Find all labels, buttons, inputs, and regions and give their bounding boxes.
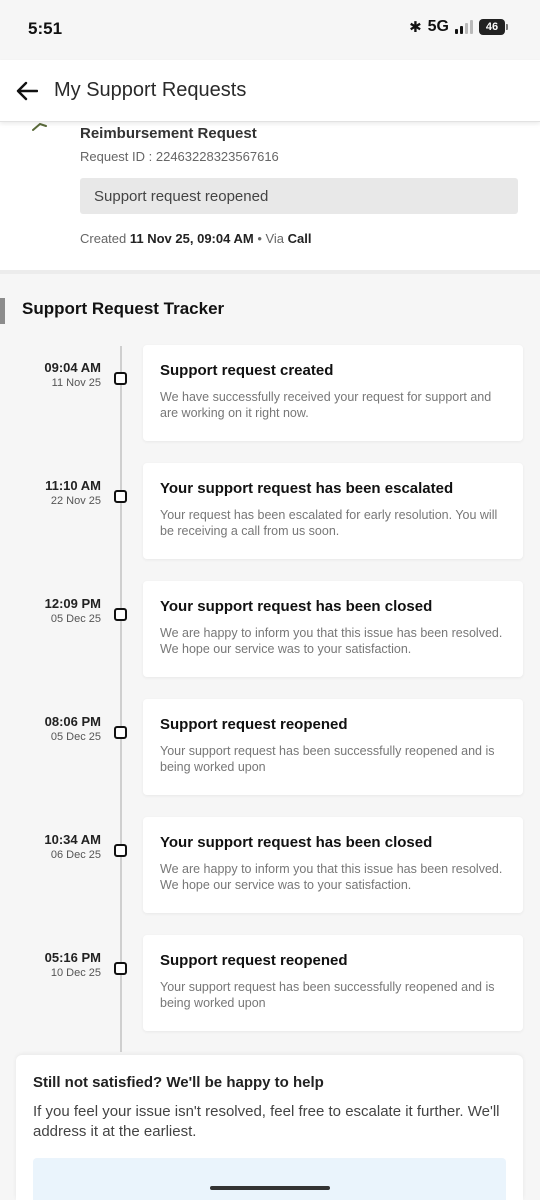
- battery-icon: 46: [479, 19, 508, 35]
- event-description: Your request has been escalated for earl…: [160, 508, 498, 538]
- event-card: Support request reopened Your support re…: [143, 699, 523, 795]
- event-date: 22 Nov 25: [50, 495, 101, 507]
- event-description: We are happy to inform you that this iss…: [160, 626, 503, 656]
- event-timestamp: 09:04 AM 11 Nov 25: [44, 360, 101, 389]
- timeline-node-icon: [114, 372, 127, 385]
- timeline-event: 10:34 AM 06 Dec 25 Your support request …: [0, 817, 540, 913]
- timeline-event: 05:16 PM 10 Dec 25 Support request reope…: [0, 935, 540, 1031]
- event-title: Your support request has been closed: [160, 598, 433, 615]
- event-card: Your support request has been closed We …: [143, 817, 523, 913]
- event-date: 06 Dec 25: [50, 849, 101, 861]
- event-date: 05 Dec 25: [50, 731, 101, 743]
- event-date: 10 Dec 25: [50, 967, 101, 979]
- timeline-node-icon: [114, 608, 127, 621]
- battery-level: 46: [479, 19, 505, 35]
- event-timestamp: 08:06 PM 05 Dec 25: [45, 714, 101, 743]
- escalate-button[interactable]: [33, 1158, 506, 1200]
- event-date: 11 Nov 25: [51, 377, 101, 389]
- timeline-event: 08:06 PM 05 Dec 25 Support request reope…: [0, 699, 540, 795]
- status-time: 5:51: [28, 19, 63, 38]
- event-card: Support request reopened Your support re…: [143, 935, 523, 1031]
- app-header: My Support Requests: [0, 60, 540, 122]
- status-badge: Support request reopened: [80, 178, 518, 214]
- timeline-node-icon: [114, 726, 127, 739]
- event-title: Your support request has been escalated: [160, 480, 454, 497]
- event-timestamp: 12:09 PM 05 Dec 25: [45, 596, 101, 625]
- status-bar: 5:51 ✱ 5G 46: [0, 0, 540, 60]
- event-time: 11:10 AM: [45, 478, 101, 493]
- event-time: 05:16 PM: [44, 950, 101, 965]
- request-meta: Created 11 Nov 25, 09:04 AM • Via Call: [80, 231, 312, 246]
- timeline-event: 09:04 AM 11 Nov 25 Support request creat…: [0, 345, 540, 441]
- section-accent-bar: [0, 298, 5, 324]
- request-category-icon: [32, 122, 47, 131]
- event-time: 12:09 PM: [44, 596, 101, 611]
- help-title: Still not satisfied? We'll be happy to h…: [33, 1074, 324, 1091]
- event-time: 10:34 AM: [44, 832, 101, 847]
- event-description: Your support request has been successful…: [160, 744, 495, 774]
- event-title: Support request reopened: [160, 952, 348, 969]
- event-timestamp: 05:16 PM 10 Dec 25: [45, 950, 101, 979]
- event-title: Support request reopened: [160, 716, 348, 733]
- bluetooth-icon: ✱: [409, 19, 422, 36]
- timeline-node-icon: [114, 844, 127, 857]
- event-description: Your support request has been successful…: [160, 980, 495, 1010]
- status-icons: ✱ 5G 46: [409, 18, 508, 36]
- network-type: 5G: [427, 18, 449, 35]
- request-name: Reimbursement Request: [80, 125, 257, 142]
- via-label: • Via: [257, 231, 285, 246]
- timeline-event: 11:10 AM 22 Nov 25 Your support request …: [0, 463, 540, 559]
- request-summary[interactable]: Reimbursement Request Request ID : 22463…: [0, 122, 540, 270]
- arrow-left-icon: [16, 81, 38, 100]
- event-timestamp: 10:34 AM 06 Dec 25: [44, 832, 101, 861]
- request-id: Request ID : 22463228323567616: [80, 149, 279, 164]
- event-date: 05 Dec 25: [50, 613, 101, 625]
- event-title: Your support request has been closed: [160, 834, 433, 851]
- tracker-title: Support Request Tracker: [22, 299, 225, 318]
- help-card: Still not satisfied? We'll be happy to h…: [16, 1055, 523, 1200]
- event-time: 08:06 PM: [44, 714, 101, 729]
- created-label: Created: [80, 231, 127, 246]
- event-title: Support request created: [160, 362, 334, 379]
- timeline-node-icon: [114, 962, 127, 975]
- timeline-node-icon: [114, 490, 127, 503]
- timeline-event: 12:09 PM 05 Dec 25 Your support request …: [0, 581, 540, 677]
- back-button[interactable]: [12, 76, 42, 106]
- created-value: 11 Nov 25, 09:04 AM: [129, 231, 254, 246]
- page-title: My Support Requests: [54, 79, 247, 101]
- event-card: Your support request has been closed We …: [143, 581, 523, 677]
- event-time: 09:04 AM: [44, 360, 101, 375]
- home-indicator[interactable]: [210, 1186, 330, 1190]
- event-card: Your support request has been escalated …: [143, 463, 523, 559]
- help-text: If you feel your issue isn't resolved, f…: [33, 1103, 500, 1140]
- event-description: We have successfully received your reque…: [160, 390, 492, 420]
- event-card: Support request created We have successf…: [143, 345, 523, 441]
- event-description: We are happy to inform you that this iss…: [160, 862, 503, 892]
- signal-bars-icon: [455, 20, 473, 34]
- via-value: Call: [287, 231, 312, 246]
- event-timestamp: 11:10 AM 22 Nov 25: [45, 478, 101, 507]
